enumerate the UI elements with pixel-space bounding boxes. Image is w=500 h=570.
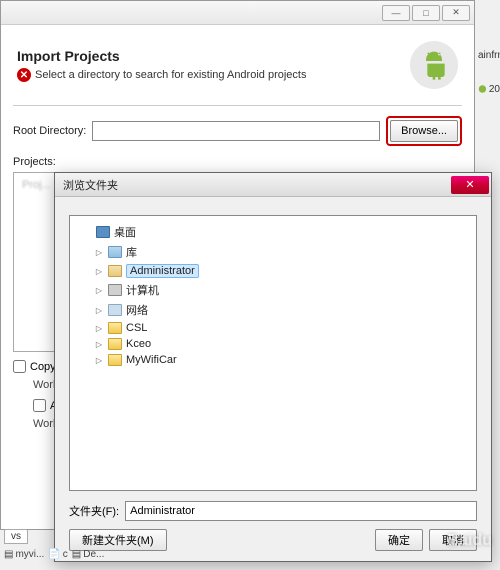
twenty-text: 20 (489, 84, 500, 95)
tree-item-label: 库 (126, 244, 137, 260)
tree-item-label: 网络 (126, 302, 148, 318)
folder-field-label: 文件夹(F): (69, 503, 119, 519)
android-icon (410, 41, 458, 89)
tree-item-label: 计算机 (126, 282, 159, 298)
bottom-tabs: vs (4, 529, 28, 544)
file-icon: ▤ (72, 549, 81, 560)
file-label: myvi... (15, 549, 44, 560)
folder-field-input[interactable] (125, 501, 477, 521)
folder-icon (108, 338, 122, 350)
root-directory-label: Root Directory: (13, 125, 86, 137)
tree-item-计算机[interactable]: ▷ 计算机 (92, 280, 472, 300)
error-icon: ✕ (17, 68, 31, 82)
bottom-file-row: ▤myvi...📄c▤De... (4, 549, 104, 560)
right-panel-peek: ainfrm 20 (478, 48, 500, 95)
cancel-button[interactable]: 取消 (429, 529, 477, 551)
expand-icon[interactable]: ▷ (94, 355, 104, 365)
maximize-button[interactable]: □ (412, 5, 440, 21)
tree-item-label: MyWifiCar (126, 354, 177, 366)
desktop-icon (96, 226, 110, 238)
user-icon (108, 265, 122, 277)
folder-icon (108, 354, 122, 366)
android-small-icon (478, 83, 487, 95)
window-titlebar: — □ ✕ (1, 1, 474, 25)
expand-icon[interactable]: ▷ (94, 266, 104, 276)
tree-item-csl[interactable]: ▷ CSL (92, 320, 472, 336)
browse-highlight: Browse... (386, 116, 462, 146)
tree-item-administrator[interactable]: ▷ Administrator (92, 262, 472, 280)
expand-icon[interactable]: ▷ (94, 323, 104, 333)
tree-item-label: Kceo (126, 338, 151, 350)
folder-tree[interactable]: 桌面▷库▷Administrator▷计算机▷网络▷CSL▷Kceo▷MyWif… (69, 215, 477, 491)
dialog-close-button[interactable]: ✕ (451, 176, 489, 194)
file-icon: 📄 (48, 549, 60, 560)
tab-vs[interactable]: vs (4, 529, 28, 544)
dialog-title: 浏览文件夹 (63, 177, 118, 193)
expand-icon[interactable]: ▷ (94, 285, 104, 295)
expand-icon[interactable]: ▷ (94, 247, 104, 257)
close-button[interactable]: ✕ (442, 5, 470, 21)
projects-label: Projects: (13, 156, 462, 168)
expand-icon[interactable] (82, 227, 92, 237)
file-icon: ▤ (4, 549, 13, 560)
lib-icon (108, 246, 122, 258)
tree-item-mywificar[interactable]: ▷ MyWifiCar (92, 352, 472, 368)
import-header: Import Projects ✕ Select a directory to … (13, 33, 462, 101)
bottom-file-item[interactable]: ▤De... (72, 549, 105, 560)
tree-item-label: CSL (126, 322, 147, 334)
root-directory-input[interactable] (92, 121, 380, 141)
tree-item-网络[interactable]: ▷ 网络 (92, 300, 472, 320)
tree-item-label: Administrator (126, 264, 199, 278)
comp-icon (108, 284, 122, 296)
expand-icon[interactable]: ▷ (94, 339, 104, 349)
browse-folder-dialog: 浏览文件夹 ✕ 桌面▷库▷Administrator▷计算机▷网络▷CSL▷Kc… (54, 172, 492, 562)
ok-button[interactable]: 确定 (375, 529, 423, 551)
dialog-titlebar: 浏览文件夹 ✕ (55, 173, 491, 197)
tree-item-库[interactable]: ▷库 (92, 242, 472, 262)
tree-item-kceo[interactable]: ▷ Kceo (92, 336, 472, 352)
net-icon (108, 304, 122, 316)
add-working-sets-checkbox[interactable] (33, 399, 46, 412)
bottom-file-item[interactable]: ▤myvi... (4, 549, 44, 560)
expand-icon[interactable]: ▷ (94, 305, 104, 315)
browse-button[interactable]: Browse... (390, 120, 458, 142)
copy-projects-checkbox[interactable] (13, 360, 26, 373)
folder-icon (108, 322, 122, 334)
minimize-button[interactable]: — (382, 5, 410, 21)
new-folder-button[interactable]: 新建文件夹(M) (69, 529, 167, 551)
file-label: De... (83, 549, 104, 560)
tree-item-label: 桌面 (114, 224, 136, 240)
ainfrm-text: ainfrm (478, 48, 500, 63)
tree-item-桌面[interactable]: 桌面 (80, 222, 472, 242)
file-label: c (63, 549, 68, 560)
page-title: Import Projects (17, 48, 400, 64)
bottom-file-item[interactable]: 📄c (48, 549, 67, 560)
subtitle-text: Select a directory to search for existin… (35, 69, 306, 81)
divider (13, 105, 462, 106)
